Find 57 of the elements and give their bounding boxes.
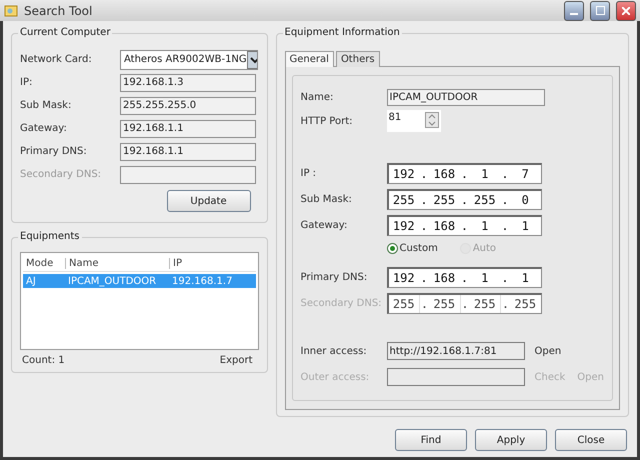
field-label: Primary DNS:	[20, 146, 88, 157]
field-label: Secondary DNS:	[300, 298, 383, 308]
field-label: Gateway:	[300, 220, 348, 230]
input-field[interactable]: 192.168.1.1	[120, 142, 256, 160]
maximize-icon	[596, 6, 604, 15]
minimize-button[interactable]	[564, 0, 584, 20]
input-field[interactable]: 255.255.255.0	[120, 96, 256, 114]
field-label: Inner access:	[300, 346, 368, 356]
minimize-icon	[570, 12, 578, 14]
field-label: Sub Mask:	[300, 194, 353, 204]
input-field[interactable]: 192.168.1.3	[120, 74, 256, 92]
window-title: Search Tool	[24, 4, 94, 18]
field-label: IP:	[20, 77, 34, 88]
field-label: Network Card:	[20, 54, 93, 65]
count-label: Count: 1	[22, 355, 65, 366]
url-field[interactable]: http://192.168.1.7:81	[386, 342, 525, 360]
update-button[interactable]: Update	[166, 190, 251, 212]
dialog-button[interactable]: Find	[395, 429, 467, 451]
field-label: Secondary DNS:	[20, 169, 102, 180]
radio-button[interactable]: Custom	[386, 242, 438, 254]
field-label: Gateway:	[20, 123, 68, 134]
field-label: Outer access:	[300, 372, 370, 382]
column-header[interactable]: Name	[65, 258, 169, 268]
url-field[interactable]	[386, 368, 525, 386]
ip-address-field[interactable]: 192 . 168 . 1 . 1	[386, 266, 542, 288]
group-title: Current Computer	[18, 27, 112, 38]
spinner-arrows-icon	[424, 112, 439, 128]
ip-address-field[interactable]: 192 . 168 . 1 . 7	[386, 162, 542, 184]
dialog-button[interactable]: Close	[555, 429, 627, 451]
column-header[interactable]: IP	[169, 258, 256, 268]
maximize-button[interactable]	[590, 0, 610, 20]
column-header[interactable]: Mode	[23, 258, 65, 268]
dialog-button[interactable]: Apply	[475, 429, 547, 451]
export-button[interactable]: Export	[220, 355, 253, 366]
name-field[interactable]: IPCAM_OUTDOOR	[386, 88, 545, 106]
http-port-spinner[interactable]: 81	[386, 110, 441, 132]
group-title: Equipments	[18, 231, 82, 242]
search-app-icon	[4, 4, 18, 16]
table-cell-text: AJ	[25, 276, 37, 286]
ip-address-field[interactable]: 192 . 168 . 1 . 1	[386, 214, 542, 236]
close-button[interactable]	[616, 0, 636, 20]
close-icon	[622, 6, 630, 14]
link-button[interactable]: Open	[534, 346, 562, 356]
table-cell-text: IPCAM_OUTDOOR	[67, 276, 158, 286]
network-card-dropdown[interactable]: Atheros AR9002WB-1NG	[120, 50, 258, 70]
field-label: Name:	[300, 92, 334, 102]
input-field[interactable]: 192.168.1.1	[120, 120, 256, 138]
input-field[interactable]	[120, 166, 256, 184]
field-label: HTTP Port:	[300, 116, 354, 126]
tab[interactable]: Others	[336, 51, 380, 67]
ip-address-field[interactable]: 255 . 255 . 255 . 0	[386, 188, 542, 210]
tab[interactable]: General	[284, 51, 334, 67]
field-label: IP :	[300, 168, 318, 178]
table-cell-text: 192.168.1.7	[171, 276, 234, 286]
field-label: Primary DNS:	[300, 272, 368, 282]
group-title: Equipment Information	[282, 27, 402, 38]
field-label: Sub Mask:	[20, 100, 72, 111]
